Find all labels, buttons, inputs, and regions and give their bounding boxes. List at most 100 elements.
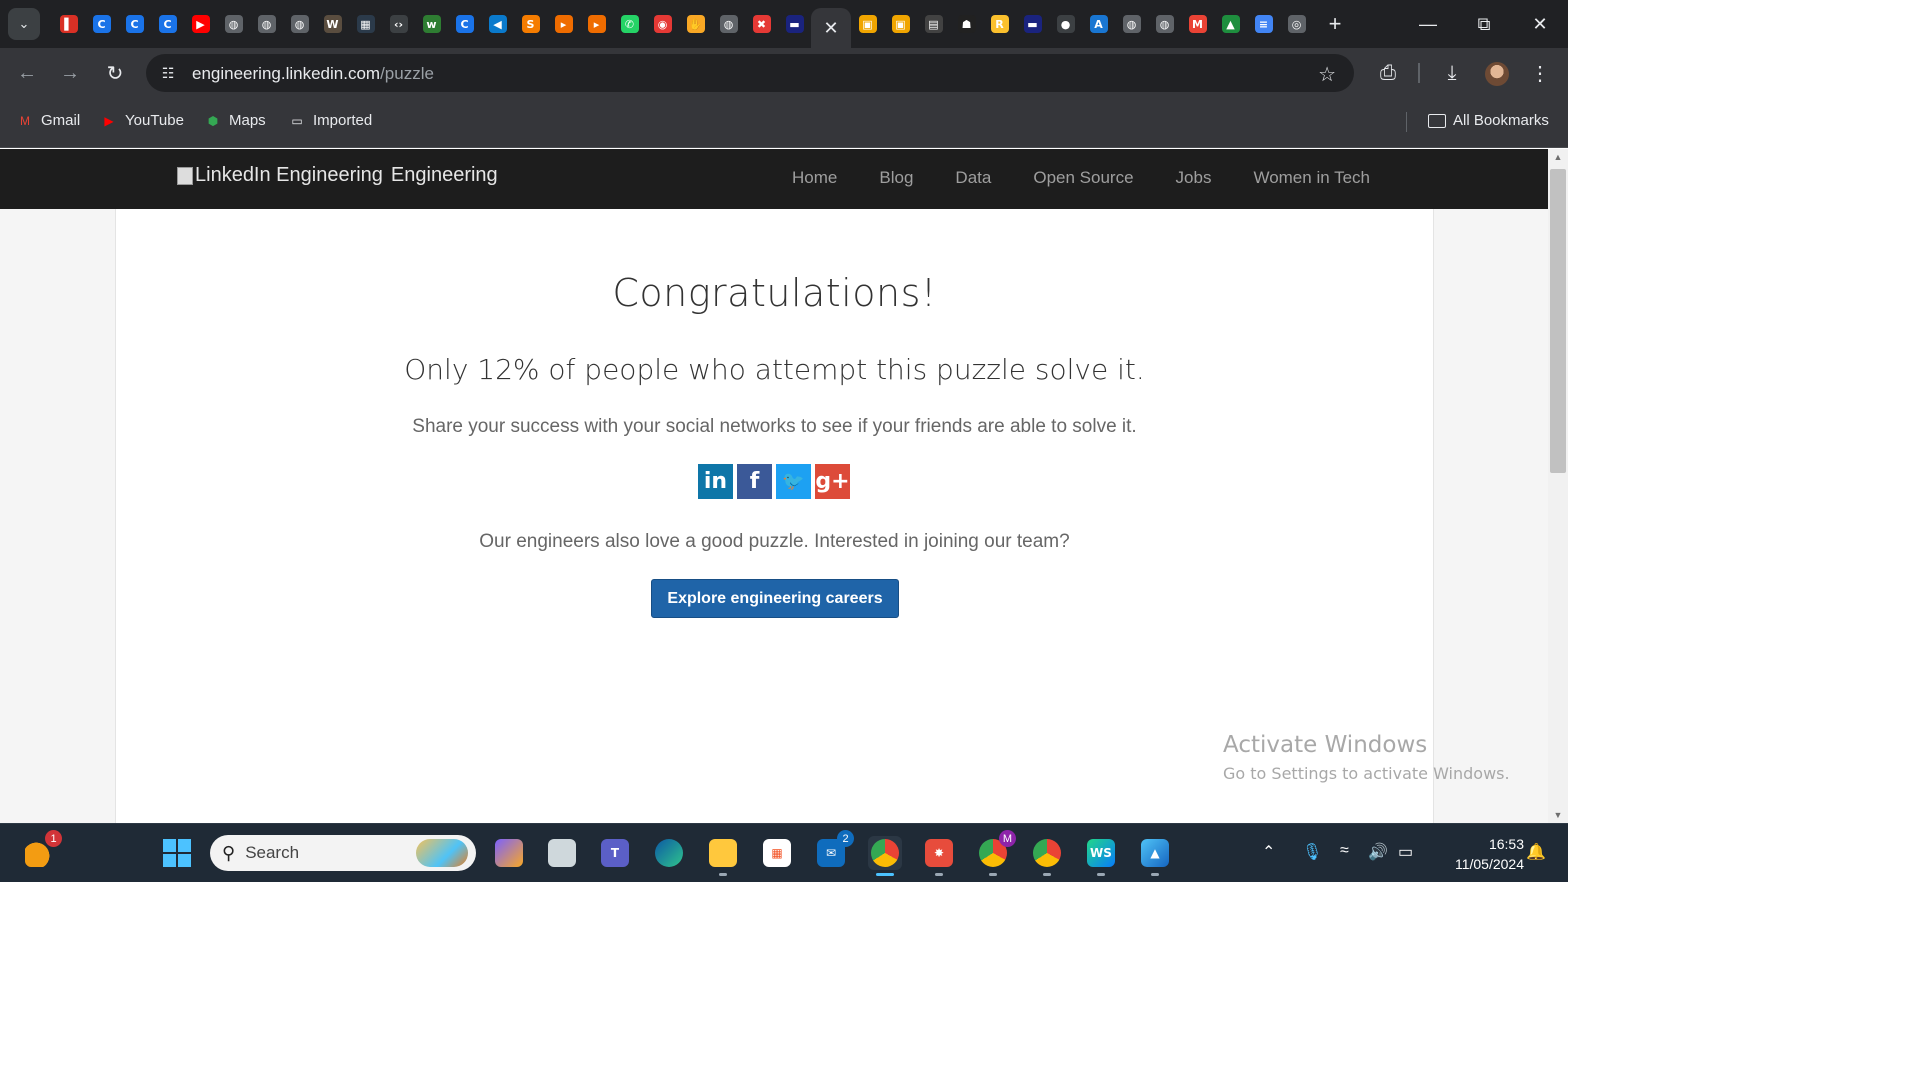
tab-b-1[interactable]: ▣ bbox=[884, 0, 917, 48]
tab-a-1[interactable]: C bbox=[85, 0, 118, 48]
close-tab-icon[interactable]: ✕ bbox=[823, 18, 838, 39]
new-tab-button[interactable]: + bbox=[1321, 10, 1349, 38]
active-tab[interactable]: ✕ bbox=[811, 8, 851, 48]
taskbar-photos[interactable]: ▲ bbox=[1138, 836, 1172, 876]
forward-button[interactable]: → bbox=[56, 59, 84, 87]
volume-icon[interactable]: 🔊 bbox=[1368, 842, 1388, 862]
bookmark-imported[interactable]: ▭ Imported bbox=[288, 112, 372, 129]
weather-widget[interactable]: 1 bbox=[22, 830, 62, 870]
taskbar-chrome-profile[interactable]: M bbox=[976, 830, 1016, 876]
restore-button[interactable]: ⧉ bbox=[1456, 0, 1512, 48]
bookmark-star-icon[interactable]: ☆ bbox=[1318, 62, 1336, 87]
tab-a-16[interactable]: ▸ bbox=[580, 0, 613, 48]
tab-a-10[interactable]: ‹› bbox=[382, 0, 415, 48]
chevron-up-icon[interactable]: ⌃ bbox=[1262, 842, 1275, 862]
battery-icon[interactable]: ▭ bbox=[1398, 842, 1413, 862]
taskbar-chrome-active[interactable] bbox=[868, 836, 902, 876]
site-info-icon[interactable]: ☷ bbox=[158, 63, 178, 83]
taskbar-task-view[interactable] bbox=[545, 836, 579, 870]
tab-a-14[interactable]: S bbox=[514, 0, 547, 48]
bookmark-youtube[interactable]: ▶ YouTube bbox=[100, 112, 184, 129]
tab-b-6[interactable]: ● bbox=[1049, 0, 1082, 48]
all-bookmarks-button[interactable]: All Bookmarks bbox=[1428, 112, 1549, 129]
tab-b-13[interactable]: ◎ bbox=[1280, 0, 1313, 48]
tab-a-18[interactable]: ◉ bbox=[646, 0, 679, 48]
tab-a-19[interactable]: ✋ bbox=[679, 0, 712, 48]
tab-b-4[interactable]: R bbox=[983, 0, 1016, 48]
menu-icon[interactable]: ⋮ bbox=[1528, 61, 1552, 85]
tab-b-0[interactable]: ▣ bbox=[851, 0, 884, 48]
tab-a-20[interactable]: ◍ bbox=[712, 0, 745, 48]
nav-open-source[interactable]: Open Source bbox=[1033, 168, 1133, 188]
notification-bell-icon[interactable]: 🔔 bbox=[1526, 842, 1546, 862]
tab-b-11[interactable]: ▲ bbox=[1214, 0, 1247, 48]
taskbar-file-explorer[interactable] bbox=[706, 836, 740, 876]
taskbar-webstorm[interactable]: WS bbox=[1084, 836, 1118, 876]
twitter-share-icon[interactable]: 🐦 bbox=[776, 464, 811, 499]
tab-a-12[interactable]: C bbox=[448, 0, 481, 48]
taskbar-search[interactable]: ⚲ Search bbox=[210, 835, 476, 871]
scroll-up-arrow-icon[interactable]: ▲ bbox=[1548, 149, 1568, 165]
minimize-button[interactable]: — bbox=[1400, 0, 1456, 48]
bookmark-gmail[interactable]: M Gmail bbox=[16, 112, 80, 129]
taskbar-edge[interactable] bbox=[652, 836, 686, 870]
tab-b-8[interactable]: ◍ bbox=[1115, 0, 1148, 48]
taskbar-teams[interactable]: T bbox=[598, 836, 632, 870]
tab-a-3[interactable]: C bbox=[151, 0, 184, 48]
tab-b-9[interactable]: ◍ bbox=[1148, 0, 1181, 48]
taskbar-copilot[interactable] bbox=[492, 836, 526, 870]
explore-careers-button[interactable]: Explore engineering careers bbox=[651, 579, 899, 618]
tab-a-17[interactable]: ✆ bbox=[613, 0, 646, 48]
nav-home[interactable]: Home bbox=[792, 168, 837, 188]
tab-a-13[interactable]: ◀ bbox=[481, 0, 514, 48]
url-text[interactable]: engineering.linkedin.com/puzzle bbox=[192, 64, 434, 84]
wifi-icon[interactable]: ≈ bbox=[1340, 842, 1349, 860]
reload-button[interactable]: ↻ bbox=[101, 59, 129, 87]
tab-a-2[interactable]: C bbox=[118, 0, 151, 48]
download-icon[interactable]: ⤓ bbox=[1440, 61, 1464, 85]
site-logo-link[interactable]: LinkedIn Engineering Engineering bbox=[177, 164, 498, 187]
tab-b-10[interactable]: M bbox=[1181, 0, 1214, 48]
profile-avatar[interactable] bbox=[1485, 62, 1509, 86]
facebook-share-icon[interactable]: f bbox=[737, 464, 772, 499]
start-button[interactable] bbox=[160, 836, 194, 870]
nav-women-in-tech[interactable]: Women in Tech bbox=[1253, 168, 1370, 188]
scroll-thumb[interactable] bbox=[1550, 169, 1566, 473]
tab-a-15[interactable]: ▸ bbox=[547, 0, 580, 48]
taskbar-store[interactable]: ▦ bbox=[760, 836, 794, 870]
back-button[interactable]: ← bbox=[13, 59, 41, 87]
tab-a-5[interactable]: ◍ bbox=[217, 0, 250, 48]
nav-jobs[interactable]: Jobs bbox=[1176, 168, 1212, 188]
taskbar-clock[interactable]: 16:53 11/05/2024 bbox=[1432, 834, 1524, 874]
google-plus-share-icon[interactable]: g+ bbox=[815, 464, 850, 499]
tab-a-9[interactable]: ▦ bbox=[349, 0, 382, 48]
globe-icon: ◍ bbox=[257, 15, 276, 33]
tab-a-0[interactable]: ▌ bbox=[52, 0, 85, 48]
taskbar-chrome-2[interactable] bbox=[1030, 836, 1064, 876]
tab-a-21[interactable]: ✖ bbox=[745, 0, 778, 48]
close-window-button[interactable]: ✕ bbox=[1512, 0, 1568, 48]
tab-a-4[interactable]: ▶ bbox=[184, 0, 217, 48]
tab-search-button[interactable]: ⌄ bbox=[8, 8, 40, 40]
linkedin-share-icon[interactable]: in bbox=[698, 464, 733, 499]
tab-a-8[interactable]: W bbox=[316, 0, 349, 48]
extensions-icon[interactable]: ⎙ bbox=[1376, 61, 1400, 85]
bookmark-maps[interactable]: ⬢ Maps bbox=[204, 112, 266, 129]
tab-a-11[interactable]: w bbox=[415, 0, 448, 48]
taskbar-app-red[interactable]: ✸ bbox=[922, 836, 956, 876]
tab-a-7[interactable]: ◍ bbox=[283, 0, 316, 48]
scroll-down-arrow-icon[interactable]: ▼ bbox=[1548, 807, 1568, 823]
tab-b-12[interactable]: ≡ bbox=[1247, 0, 1280, 48]
tab-b-3[interactable]: ☗ bbox=[950, 0, 983, 48]
tab-b-5[interactable]: ▬ bbox=[1016, 0, 1049, 48]
nav-blog[interactable]: Blog bbox=[879, 168, 913, 188]
microphone-icon[interactable]: 🎙 bbox=[1302, 842, 1322, 862]
page-scrollbar[interactable]: ▲ ▼ bbox=[1548, 149, 1568, 823]
tab-a-22[interactable]: ▬ bbox=[778, 0, 811, 48]
address-bar[interactable]: ☷ engineering.linkedin.com/puzzle ☆ bbox=[146, 54, 1354, 92]
nav-data[interactable]: Data bbox=[955, 168, 991, 188]
tab-b-7[interactable]: A bbox=[1082, 0, 1115, 48]
taskbar-mail[interactable]: ✉ 2 bbox=[814, 830, 854, 870]
tab-a-6[interactable]: ◍ bbox=[250, 0, 283, 48]
tab-b-2[interactable]: ▤ bbox=[917, 0, 950, 48]
